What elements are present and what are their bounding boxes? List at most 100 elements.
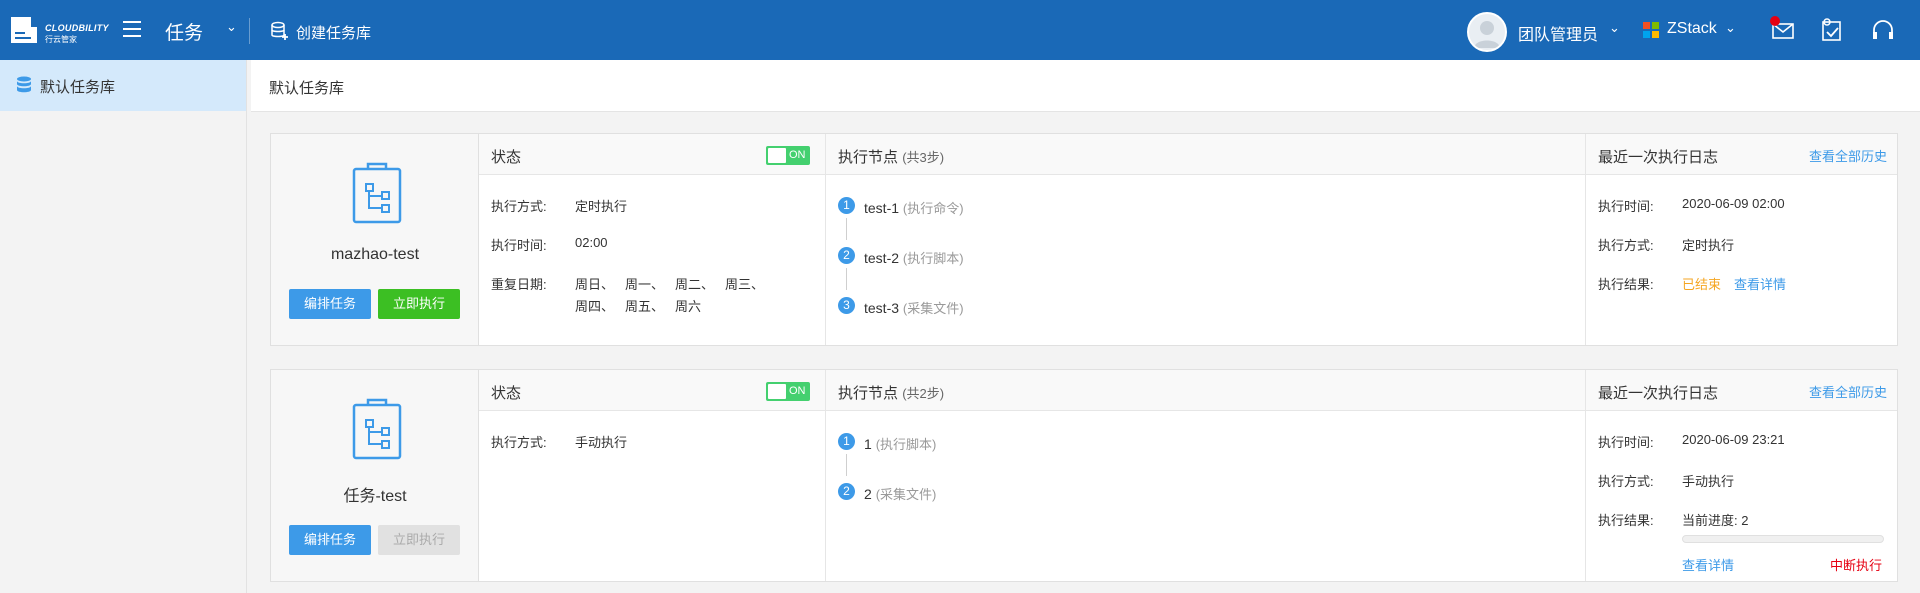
status-column: 状态 ON 执行方式: 定时执行 执行时间: 02:00 重复日期: 周日、 周一…: [479, 134, 826, 345]
steps-count: (共3步): [902, 150, 945, 165]
task-check-icon[interactable]: [1819, 17, 1845, 43]
step-number: 1: [838, 433, 855, 450]
app-title: 任务: [165, 23, 204, 44]
log-time-value: 2020-06-09 02:00: [1682, 196, 1785, 211]
log-time-value: 2020-06-09 23:21: [1682, 432, 1785, 447]
run-now-button[interactable]: 立即执行: [378, 289, 460, 319]
progress-value: 2: [1741, 513, 1749, 528]
view-detail-link[interactable]: 查看详情: [1682, 555, 1734, 574]
task-name: mazhao-test: [330, 246, 420, 263]
step-number: 3: [838, 297, 855, 314]
exec-mode-label: 执行方式:: [491, 435, 547, 450]
page-header: 默认任务库: [251, 60, 1920, 112]
status-header: 状态 ON: [479, 134, 825, 175]
step-type: (采集文件): [902, 301, 964, 316]
divider: [249, 18, 250, 44]
log-mode-value: 手动执行: [1682, 474, 1735, 489]
step-connector: [846, 268, 847, 290]
recent-log-title: 最近一次执行日志: [1598, 149, 1719, 166]
chevron-down-icon[interactable]: ⌄: [226, 19, 237, 35]
recent-log-header: 最近一次执行日志 查看全部历史: [1586, 134, 1897, 175]
step-number: 1: [838, 197, 855, 214]
repeat-day: 周三、: [725, 277, 765, 292]
status-toggle[interactable]: ON: [766, 382, 810, 401]
interrupt-exec-link[interactable]: 中断执行: [1830, 555, 1882, 574]
task-card: 任务-test 编排任务 立即执行 状态 ON 执行方式: 手动执行 执行节点 …: [270, 369, 1898, 582]
exec-nodes-header: 执行节点 (共2步): [826, 370, 1585, 411]
run-now-button[interactable]: 立即执行: [378, 525, 460, 555]
task-name: 任务-test: [343, 488, 407, 505]
repeat-day: 周四、: [575, 299, 615, 314]
repeat-days-list: 周日、 周一、 周二、 周三、周四、 周五、 周六: [575, 274, 795, 318]
status-toggle[interactable]: ON: [766, 146, 810, 165]
chevron-down-icon[interactable]: ⌄: [1725, 20, 1736, 36]
repeat-day: 周一、: [625, 277, 665, 292]
headset-icon[interactable]: [1870, 17, 1896, 43]
toggle-label: ON: [789, 385, 806, 397]
exec-nodes-header: 执行节点 (共3步): [826, 134, 1585, 175]
repeat-days-label: 重复日期:: [491, 277, 547, 292]
exec-nodes-column: 执行节点 (共2步) 1 1 (执行脚本) 2 2 (采集文件): [826, 370, 1586, 581]
log-result-label: 执行结果:: [1598, 513, 1654, 528]
progress-label: 当前进度: 2: [1682, 513, 1749, 528]
view-all-history-link[interactable]: 查看全部历史: [1809, 146, 1887, 165]
log-time-label: 执行时间:: [1598, 199, 1654, 214]
cloudbility-logo[interactable]: CLOUDBILITY 行云管家: [9, 13, 117, 47]
recent-log-header: 最近一次执行日志 查看全部历史: [1586, 370, 1897, 411]
user-name[interactable]: 团队管理员: [1518, 21, 1598, 45]
log-mode-value: 定时执行: [1682, 238, 1735, 253]
step-type: (采集文件): [875, 487, 937, 502]
org-logo-icon: [1643, 22, 1659, 38]
step-name: 1: [864, 436, 872, 452]
log-time-label: 执行时间:: [1598, 435, 1654, 450]
toggle-label: ON: [789, 149, 806, 161]
repeat-day: 周六: [675, 299, 702, 314]
log-result-status: 已结束: [1682, 277, 1722, 292]
exec-nodes-column: 执行节点 (共3步) 1 test-1 (执行命令) 2 test-2 (执行脚…: [826, 134, 1586, 345]
exec-nodes-title: 执行节点 (共3步): [838, 149, 945, 166]
menu-icon[interactable]: [123, 21, 141, 37]
avatar[interactable]: [1467, 12, 1507, 52]
status-title: 状态: [491, 149, 522, 166]
step-name: test-2: [864, 250, 900, 266]
view-all-history-link[interactable]: 查看全部历史: [1809, 382, 1887, 401]
sidebar: 默认任务库: [0, 60, 247, 593]
sidebar-item-default-library[interactable]: 默认任务库: [0, 60, 246, 111]
log-mode-label: 执行方式:: [1598, 474, 1654, 489]
exec-mode-label: 执行方式:: [491, 199, 547, 214]
org-name[interactable]: ZStack: [1667, 20, 1717, 38]
view-detail-link[interactable]: 查看详情: [1734, 274, 1786, 293]
edit-task-button[interactable]: 编排任务: [289, 525, 371, 555]
repeat-day: 周五、: [625, 299, 665, 314]
clipboard-flow-icon: [352, 398, 402, 460]
step-connector: [846, 454, 847, 476]
exec-nodes-title: 执行节点 (共2步): [838, 385, 945, 402]
recent-log-title: 最近一次执行日志: [1598, 385, 1719, 402]
step-number: 2: [838, 247, 855, 264]
task-card: mazhao-test 编排任务 立即执行 状态 ON 执行方式: 定时执行 执…: [270, 133, 1898, 346]
brand-name: CLOUDBILITY: [45, 23, 109, 33]
clipboard-flow-icon: [352, 162, 402, 224]
exec-time-label: 执行时间:: [491, 238, 547, 253]
chevron-down-icon[interactable]: ⌄: [1609, 20, 1620, 36]
status-title: 状态: [491, 385, 522, 402]
logo-mark-icon: [11, 17, 37, 43]
task-summary: 任务-test 编排任务 立即执行: [271, 370, 479, 581]
step-connector: [846, 218, 847, 240]
steps-count: (共2步): [902, 386, 945, 401]
brand-subtitle: 行云管家: [45, 35, 77, 44]
edit-task-button[interactable]: 编排任务: [289, 289, 371, 319]
top-bar: CLOUDBILITY 行云管家 任务 ⌄ 创建任务库 团队管理员 ⌄ ZSta…: [0, 0, 1920, 60]
repeat-day: 周二、: [675, 277, 715, 292]
sidebar-item-label: 默认任务库: [40, 79, 116, 96]
exec-mode-value: 定时执行: [575, 199, 628, 214]
exec-mode-value: 手动执行: [575, 435, 628, 450]
log-result-label: 执行结果:: [1598, 277, 1654, 292]
step-name: 2: [864, 486, 872, 502]
recent-log-column: 最近一次执行日志 查看全部历史 执行时间: 2020-06-09 02:00 执…: [1586, 134, 1897, 345]
main-content: 默认任务库 mazhao-test 编排任务 立即执行 状态 ON 执行方式: …: [251, 60, 1920, 593]
step-name: test-1: [864, 200, 900, 216]
step-number: 2: [838, 483, 855, 500]
page-title: 默认任务库: [269, 80, 345, 97]
database-add-icon: [271, 21, 288, 40]
